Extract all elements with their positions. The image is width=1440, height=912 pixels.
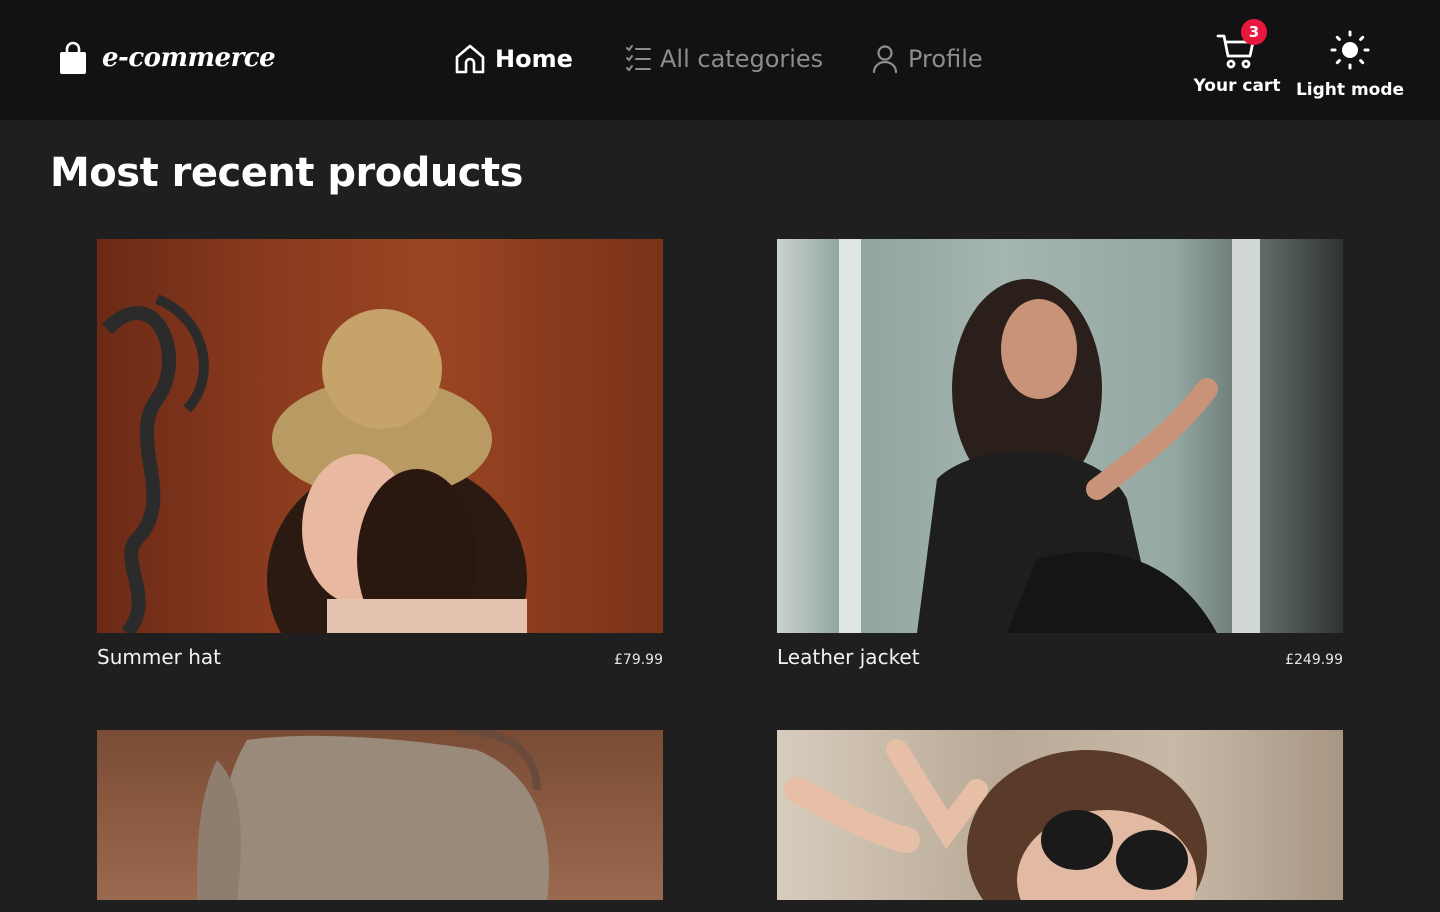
nav-item-home[interactable]: Home bbox=[453, 42, 573, 76]
cart-icon-container: 3 bbox=[1215, 19, 1267, 72]
product-name[interactable]: Leather jacket bbox=[777, 645, 920, 669]
light-mode-label: Light mode bbox=[1295, 80, 1405, 100]
home-icon bbox=[453, 42, 487, 76]
nav-item-all-categories[interactable]: All categories bbox=[624, 44, 823, 74]
sun-icon bbox=[1328, 28, 1372, 76]
nav-item-label: Home bbox=[495, 45, 573, 73]
product-image[interactable] bbox=[97, 730, 663, 900]
product-info: Leather jacket £249.99 bbox=[777, 645, 1343, 669]
product-name[interactable]: Summer hat bbox=[97, 645, 221, 669]
product-image[interactable] bbox=[97, 239, 663, 633]
brand-name: e-commerce bbox=[102, 43, 276, 73]
product-card[interactable]: Leather jacket £249.99 bbox=[777, 239, 1343, 669]
product-card[interactable] bbox=[97, 730, 663, 912]
product-price: £79.99 bbox=[614, 652, 663, 668]
product-card[interactable]: Summer hat £79.99 bbox=[97, 239, 663, 669]
shopping-bag-icon bbox=[58, 41, 88, 75]
user-icon bbox=[870, 44, 900, 74]
top-navigation-bar: e-commerce Home All categories Profile 3… bbox=[0, 0, 1440, 120]
product-image[interactable] bbox=[777, 239, 1343, 633]
product-info: Summer hat £79.99 bbox=[97, 645, 663, 669]
product-card[interactable] bbox=[777, 730, 1343, 912]
page-title: Most recent products bbox=[50, 150, 523, 196]
nav-item-label: Profile bbox=[908, 45, 983, 73]
product-price: £249.99 bbox=[1285, 652, 1343, 668]
light-mode-toggle[interactable]: Light mode bbox=[1296, 28, 1404, 100]
cart-button[interactable]: 3 Your cart bbox=[1190, 19, 1284, 96]
list-icon bbox=[624, 44, 652, 74]
cart-label: Your cart bbox=[1193, 76, 1281, 96]
nav-item-profile[interactable]: Profile bbox=[870, 44, 983, 74]
cart-icon bbox=[1215, 34, 1259, 76]
cart-count-badge: 3 bbox=[1241, 19, 1267, 45]
brand-logo[interactable]: e-commerce bbox=[58, 38, 276, 78]
nav-item-label: All categories bbox=[660, 45, 824, 73]
product-image[interactable] bbox=[777, 730, 1343, 900]
